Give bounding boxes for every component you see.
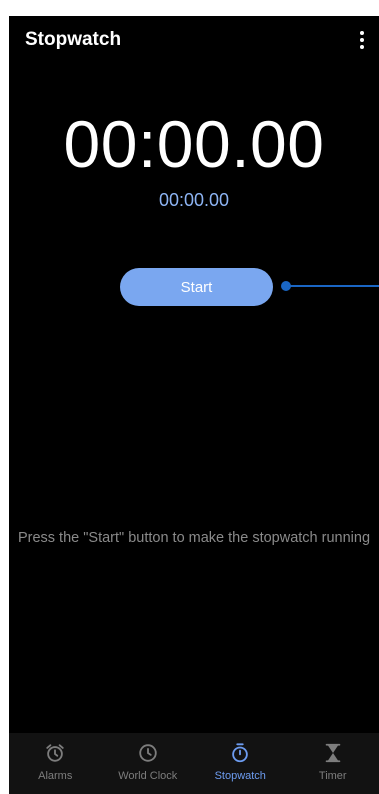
nav-label-alarms: Alarms — [38, 770, 73, 782]
hint-text: Press the "Start" button to make the sto… — [17, 530, 371, 546]
alarm-clock-icon — [46, 744, 64, 762]
stopwatch-icon — [232, 743, 249, 763]
nav-item-timer[interactable]: Timer — [287, 733, 379, 794]
nav-item-alarms[interactable]: Alarms — [9, 733, 102, 794]
pointer-dot — [281, 281, 291, 291]
more-vert-icon[interactable] — [351, 28, 373, 52]
stopwatch-screen: Stopwatch 00:00.00 00:00.00 Start Press … — [9, 16, 379, 794]
nav-label-world-clock: World Clock — [118, 770, 178, 782]
clock-icon — [139, 744, 157, 762]
pointer-line — [287, 285, 379, 287]
page-title: Stopwatch — [25, 29, 122, 50]
nav-item-stopwatch[interactable]: Stopwatch — [194, 733, 287, 794]
app-bar: Stopwatch — [9, 16, 379, 64]
bottom-navigation: Alarms World Clock Stopwatch Timer — [9, 733, 379, 794]
elapsed-time-display: 00:00.00 — [63, 107, 325, 181]
nav-label-stopwatch: Stopwatch — [214, 770, 266, 782]
hourglass-icon — [325, 743, 341, 763]
lap-time-display: 00:00.00 — [158, 190, 230, 210]
start-button[interactable]: Start — [120, 268, 273, 306]
nav-label-timer: Timer — [318, 770, 347, 782]
nav-item-world-clock[interactable]: World Clock — [102, 733, 195, 794]
